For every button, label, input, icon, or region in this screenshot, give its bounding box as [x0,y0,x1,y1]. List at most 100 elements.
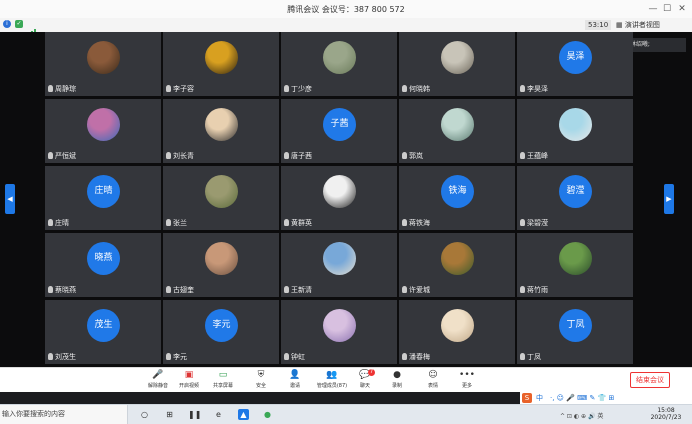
manage-members-button[interactable]: 👥 管理成员(87) [314,370,350,389]
toolbar-label: 开启视频 [178,383,199,389]
participant-tile[interactable]: 古翅奎 [163,233,279,297]
unread-badge: 7 [368,369,375,376]
participant-tile[interactable]: 郭岚 [399,99,515,163]
participant-name: 钟虹 [284,353,305,362]
mic-muted-icon [48,219,53,226]
ime-mode[interactable]: 中 [536,392,543,404]
participant-name: 张兰 [166,219,187,228]
ime-logo[interactable]: S [522,393,532,403]
share-screen-button[interactable]: ▭ 共享屏幕 [208,370,238,389]
camera-off-icon: ▣ [184,370,194,380]
participant-tile[interactable]: 张兰 [163,166,279,230]
avatar [323,41,356,74]
mic-icon: 🎤 [152,370,164,380]
participant-name-text: 李元 [173,353,187,361]
signal-icon[interactable] [28,21,36,36]
participant-tile[interactable]: 碧滢 梁碧滢 [517,166,633,230]
avatar: 庄晴 [87,175,120,208]
participant-tile[interactable]: 晓燕 蔡晓燕 [45,233,161,297]
participant-grid: 周静琮 李子容 丁少彦 何晓韩 昊泽 李昊泽 严恒斌 刘长青 子茜 唐子茜 郭岚 王蕴峰 庄晴 庄晴 张兰黄… [45,32,635,365]
security-button[interactable]: ⛨ 安全 [246,370,276,389]
participant-tile[interactable]: 昊泽李昊泽 [517,32,633,96]
avatar [441,41,474,74]
mic-muted-icon [402,219,407,226]
mute-button[interactable]: 🎤 解除静音 [143,370,173,389]
avatar [441,242,474,275]
system-tray[interactable]: ^ ⊡ ◐ ⊕ 🔊 英 [560,411,603,420]
next-page-button[interactable]: ▶ [664,184,674,214]
participant-name: 李子容 [166,85,194,94]
taskbar-app-icon[interactable]: ▲ [238,409,249,420]
participant-name: 蒋铁海 [402,219,430,228]
participant-tile[interactable]: 蒋竹雨 [517,233,633,297]
participant-name-text: 张兰 [173,219,187,227]
video-button[interactable]: ▣ 开启视频 [174,370,204,389]
taskbar-app-icon[interactable]: ⊞ [164,409,175,420]
mic-muted-icon [520,286,525,293]
participant-name-text: 蒋铁海 [409,219,430,227]
avatar [441,309,474,342]
participant-tile[interactable]: 刘长青 [163,99,279,163]
participant-name-text: 丁凤 [527,353,541,361]
participant-tile[interactable]: 丁凤 丁凤 [517,300,633,364]
minimize-icon[interactable]: — [646,3,660,15]
taskbar-app-icon[interactable]: ❚❚ [188,409,201,420]
toolbar-label: 管理成员(87) [316,383,348,389]
record-button[interactable]: ● 录制 [382,370,412,389]
window-title: 腾讯会议 会议号：387 800 572 [287,5,405,14]
participant-tile[interactable]: 王蕴峰 [517,99,633,163]
participant-tile[interactable]: 李子容 [163,32,279,96]
mic-muted-icon [520,353,525,360]
ime-items[interactable]: ·, ☺ 🎤 ⌨ ✎ 👕 ⊞ [550,392,614,404]
participant-tile[interactable]: 何晓韩 [399,32,515,96]
windows-taskbar: 输入你要搜索的内容 ○ ⊞ ❚❚ e ▲ ● ^ ⊡ ◐ ⊕ 🔊 英 15:08 2020… [0,404,692,424]
info-icon[interactable]: i [3,20,11,28]
shield-icon[interactable]: ✓ [15,20,23,28]
participant-tile[interactable]: 丁少彦 [281,32,397,96]
chat-button[interactable]: 💬 7 聊天 [350,369,380,389]
taskbar-app-icon[interactable]: ○ [139,409,150,420]
participant-tile[interactable]: 茂生 刘茂生 [45,300,161,364]
more-button[interactable]: ••• 更多 [452,370,482,389]
participant-name: 李昊泽 [520,85,548,94]
reactions-button[interactable]: ☺ 表情 [418,370,448,389]
avatar: 昊泽 [559,41,592,74]
participant-tile[interactable]: 李元 李元 [163,300,279,364]
participant-tile[interactable]: 周静琮 [45,32,161,96]
speaker-view-button[interactable]: ▦ 演讲者视图 [616,19,660,31]
participant-name-text: 蒋竹雨 [527,286,548,294]
close-icon[interactable]: ✕ [675,3,689,15]
taskbar-search-input[interactable]: 输入你要搜索的内容 [0,405,128,424]
participant-name: 刘茂生 [48,353,76,362]
invite-button[interactable]: 👤 邀请 [280,370,310,389]
taskbar-app-icon[interactable]: e [213,409,224,420]
participant-tile[interactable]: 庄晴 庄晴 [45,166,161,230]
participant-tile[interactable]: 钟虹 [281,300,397,364]
mic-muted-icon [166,85,171,92]
mic-muted-icon [520,85,525,92]
end-meeting-button[interactable]: 结束会议 [630,372,670,388]
participant-tile[interactable]: 许爱城 [399,233,515,297]
participant-name: 严恒斌 [48,152,76,161]
participant-tile[interactable]: 潘春梅 [399,300,515,364]
participant-name-text: 刘长青 [173,152,194,160]
participant-tile[interactable]: 严恒斌 [45,99,161,163]
taskbar-app-icon[interactable]: ● [262,409,273,420]
participant-tile[interactable]: 铁海 蒋铁海 [399,166,515,230]
participant-name: 郭岚 [402,152,423,161]
mic-muted-icon [166,219,171,226]
participant-name-text: 钟虹 [291,353,305,361]
participant-tile[interactable]: 王新清 [281,233,397,297]
participant-tile[interactable]: 黄群英 [281,166,397,230]
mic-muted-icon [48,353,53,360]
taskbar-clock[interactable]: 15:08 2020/7/23 [640,407,692,421]
prev-page-button[interactable]: ◀ [5,184,15,214]
maximize-icon[interactable]: ☐ [660,3,674,15]
participant-name-text: 丁少彦 [291,85,312,93]
participant-tile[interactable]: 子茜 唐子茜 [281,99,397,163]
participant-name-text: 周静琮 [55,85,76,93]
participant-name-text: 王新清 [291,286,312,294]
chat-icon: 💬 [359,370,371,380]
screen-share-icon: ▭ [218,370,228,380]
participant-name-text: 庄晴 [55,219,69,227]
